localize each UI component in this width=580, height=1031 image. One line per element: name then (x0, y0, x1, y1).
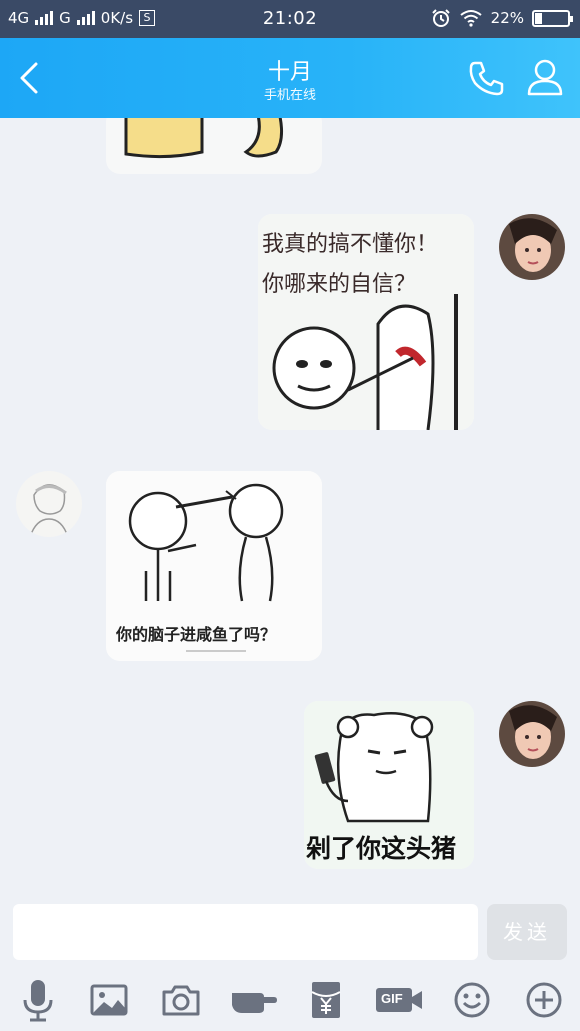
sticker-bubble-sent-1[interactable]: 我真的搞不懂你！ 你哪来的自信？ (258, 214, 474, 430)
contact-avatar[interactable] (16, 471, 82, 537)
my-avatar[interactable] (499, 214, 565, 280)
status-bar: 4G G 0K/s S 21:02 22% (0, 0, 580, 38)
plus-icon (526, 982, 562, 1018)
red-packet-button[interactable] (302, 976, 350, 1024)
avatar-photo-image (499, 214, 565, 280)
phone-icon[interactable] (466, 57, 508, 99)
sticker-caption: 你的脑子进咸鱼了吗？ (116, 625, 277, 644)
voice-button[interactable] (14, 976, 62, 1024)
poke-button[interactable] (230, 976, 278, 1024)
avatar-sketch-image (16, 471, 82, 537)
alarm-icon (431, 9, 450, 27)
battery-percent: 22% (490, 9, 524, 27)
camera-icon (162, 985, 200, 1016)
sticker-bubble-received-2[interactable]: 你的脑子进咸鱼了吗？ (106, 471, 322, 661)
profile-icon[interactable] (524, 56, 566, 98)
image-button[interactable] (85, 976, 133, 1024)
red-packet-icon (311, 982, 341, 1018)
gif-button[interactable]: GIF (374, 976, 424, 1024)
more-button[interactable] (520, 976, 568, 1024)
my-avatar-2[interactable] (499, 701, 565, 767)
chat-messages[interactable]: 我真的搞不懂你！ 你哪来的自信？ 你的脑子进咸鱼了吗？ 剁了你这头猪 (0, 118, 580, 898)
sticker-caption-line2: 你哪来的自信？ (262, 272, 417, 297)
emoji-icon (454, 982, 490, 1018)
sticker-caption-line1: 我真的搞不懂你！ (262, 232, 439, 257)
sticker-caption: 剁了你这头猪 (306, 834, 457, 863)
send-button[interactable]: 发送 (487, 904, 567, 960)
wifi-icon (460, 10, 482, 27)
image-icon (90, 984, 128, 1016)
sticker-bubble-sent-2[interactable]: 剁了你这头猪 (304, 701, 474, 869)
gif-label: GIF (381, 991, 403, 1006)
sticker-bubble-received-1[interactable] (106, 118, 322, 174)
battery-icon (532, 9, 573, 27)
microphone-icon (23, 980, 53, 1022)
composer-toolbar: GIF (0, 972, 580, 1028)
emoji-button[interactable] (448, 976, 496, 1024)
cartoon-sticker-image (124, 118, 283, 159)
avatar-photo-image (499, 701, 565, 767)
battery-fill (535, 12, 543, 24)
message-input[interactable] (13, 904, 478, 960)
camera-button[interactable] (157, 976, 205, 1024)
chat-header: 十月 手机在线 (0, 38, 580, 118)
poke-icon (232, 993, 277, 1013)
status-right: 22% (431, 8, 573, 28)
